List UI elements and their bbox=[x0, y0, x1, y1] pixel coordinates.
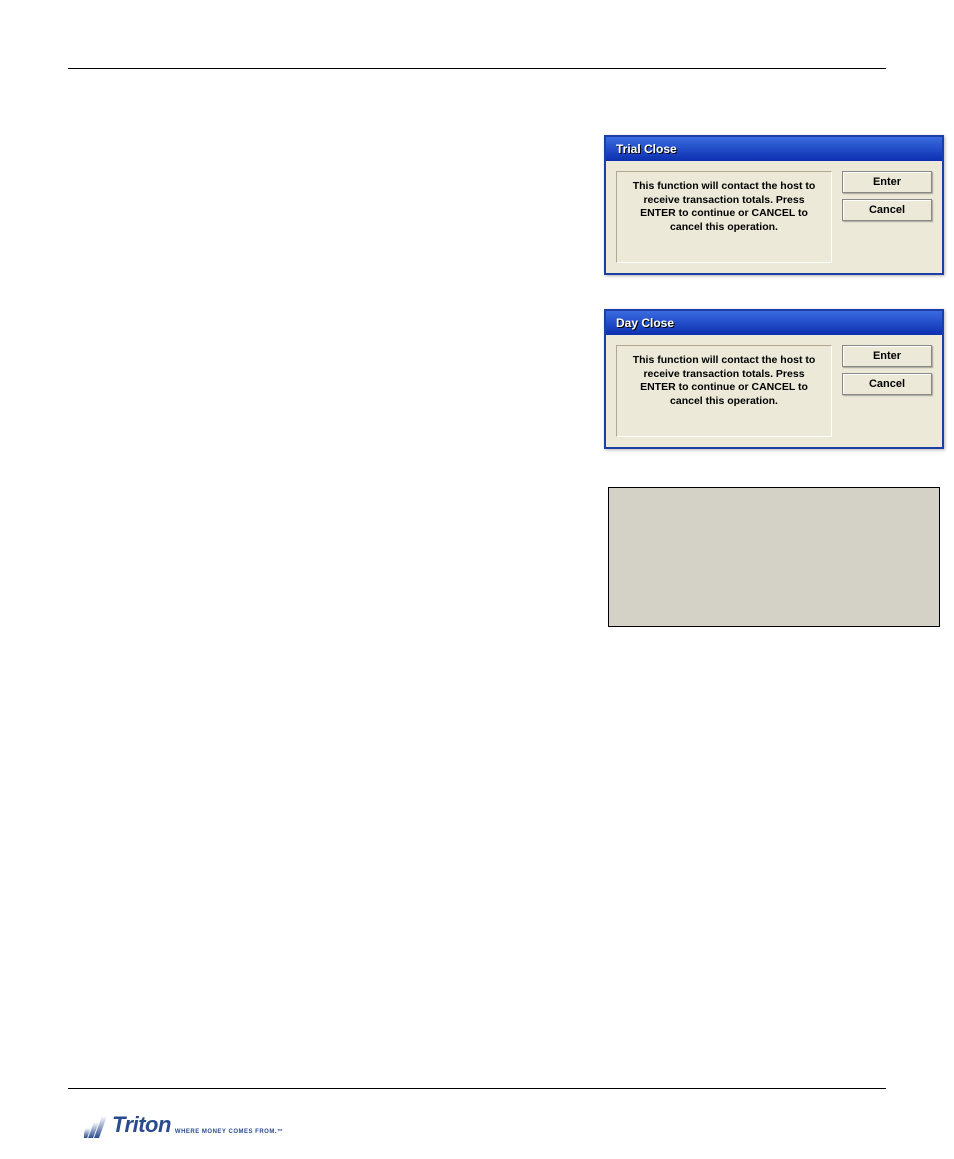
dialog-button-group: Enter Cancel bbox=[842, 171, 932, 221]
dialog-trial-close: Trial Close This function will contact t… bbox=[604, 135, 944, 275]
dialog-body: This function will contact the host to r… bbox=[606, 335, 942, 447]
logo-tagline: WHERE MONEY COMES FROM.™ bbox=[175, 1129, 284, 1135]
cancel-button[interactable]: Cancel bbox=[842, 199, 932, 221]
dialog-message: This function will contact the host to r… bbox=[616, 171, 832, 263]
logo-brand-text: Triton bbox=[112, 1112, 171, 1138]
footer-logo: Triton WHERE MONEY COMES FROM.™ bbox=[84, 1112, 283, 1138]
dialog-body: This function will contact the host to r… bbox=[606, 161, 942, 273]
dialog-title: Day Close bbox=[606, 311, 942, 335]
bottom-rule bbox=[68, 1088, 886, 1089]
dialog-message: This function will contact the host to r… bbox=[616, 345, 832, 437]
enter-button[interactable]: Enter bbox=[842, 171, 932, 193]
placeholder-box bbox=[608, 487, 940, 627]
dialog-title: Trial Close bbox=[606, 137, 942, 161]
enter-button[interactable]: Enter bbox=[842, 345, 932, 367]
page: Trial Close This function will contact t… bbox=[0, 0, 954, 1069]
cancel-button[interactable]: Cancel bbox=[842, 373, 932, 395]
logo-bars-icon bbox=[84, 1112, 110, 1138]
content-area: Trial Close This function will contact t… bbox=[68, 69, 886, 1069]
dialog-button-group: Enter Cancel bbox=[842, 345, 932, 395]
dialog-day-close: Day Close This function will contact the… bbox=[604, 309, 944, 449]
